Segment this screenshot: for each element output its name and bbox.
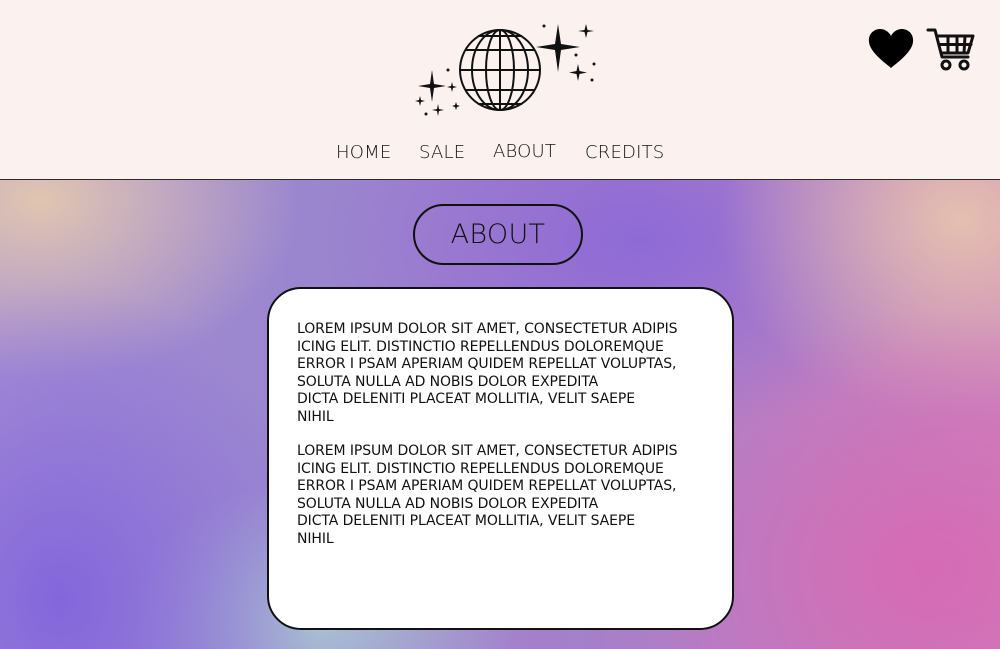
shopping-cart-icon[interactable] — [926, 26, 976, 72]
about-paragraph-1: LOREM IPSUM DOLOR SIT AMET, CONSECTETUR … — [297, 321, 678, 425]
about-content-card: LOREM IPSUM DOLOR SIT AMET, CONSECTETUR … — [267, 287, 734, 630]
about-section: ABOUT LOREM IPSUM DOLOR SIT AMET, CONSEC… — [0, 180, 1000, 649]
heart-icon[interactable] — [868, 29, 914, 69]
nav-credits[interactable]: CREDITS — [585, 142, 664, 163]
nav-sale[interactable]: SALE — [419, 142, 465, 163]
disco-globe-sparkles-icon[interactable] — [408, 20, 608, 120]
section-title-pill: ABOUT — [413, 204, 583, 265]
nav-about[interactable]: ABOUT — [493, 141, 556, 162]
main-navigation: HOME SALE ABOUT CREDITS — [0, 141, 1000, 166]
site-header: HOME SALE ABOUT CREDITS — [0, 0, 1000, 180]
about-paragraph-2: LOREM IPSUM DOLOR SIT AMET, CONSECTETUR … — [297, 443, 678, 547]
nav-home[interactable]: HOME — [336, 142, 391, 163]
